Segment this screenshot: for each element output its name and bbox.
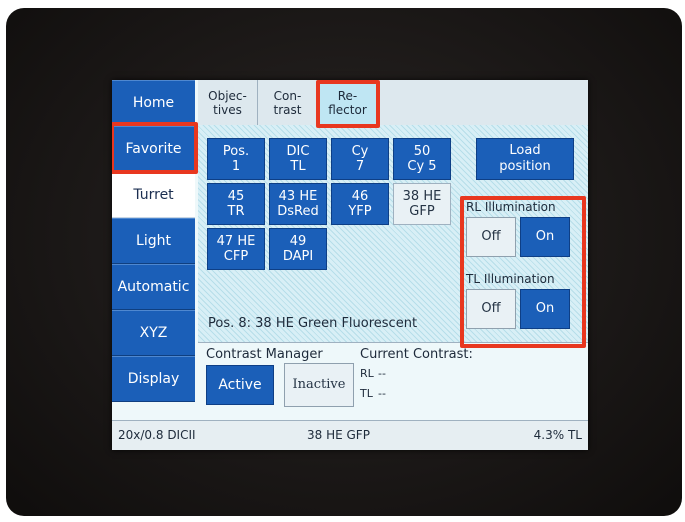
tab-contrast[interactable]: Con- trast [258, 80, 318, 125]
reflector-dic-tl-button[interactable]: DIC TL [269, 138, 327, 180]
current-contrast-tl-label: TL [360, 387, 373, 400]
contrast-manager-title: Contrast Manager [206, 347, 323, 362]
sidebar-item-xyz[interactable]: XYZ [112, 310, 195, 356]
current-contrast-tl-value: -- [378, 387, 386, 400]
reflector-cy5-button[interactable]: 50 Cy 5 [393, 138, 451, 180]
reflector-cy7-button[interactable]: Cy 7 [331, 138, 389, 180]
position-info-text: Pos. 8: 38 HE Green Fluorescent [208, 316, 418, 331]
reflector-cfp-button[interactable]: 47 HE CFP [207, 228, 265, 270]
reflector-gfp-button[interactable]: 38 HE GFP [393, 183, 451, 225]
reflector-tr-button[interactable]: 45 TR [207, 183, 265, 225]
contrast-inactive-button[interactable]: Inactive [284, 363, 354, 407]
sidebar-item-display[interactable]: Display [112, 356, 195, 402]
sidebar-item-turret[interactable]: Turret [112, 172, 195, 218]
sidebar-item-home[interactable]: Home [112, 80, 195, 126]
illumination-highlight-box [460, 196, 586, 348]
tab-objectives[interactable]: Objec- tives [198, 80, 258, 125]
reflector-dsred-button[interactable]: 43 HE DsRed [269, 183, 327, 225]
contrast-manager-section: Contrast Manager Active Inactive Current… [198, 342, 588, 421]
current-contrast-rl-label: RL [360, 367, 374, 380]
status-bar: 20x/0.8 DICII 38 HE GFP 4.3% TL [112, 420, 588, 450]
reflector-yfp-button[interactable]: 46 YFP [331, 183, 389, 225]
favorite-highlight-box [112, 122, 198, 174]
current-contrast-title: Current Contrast: [360, 347, 473, 362]
status-tl-level: 4.3% TL [533, 428, 582, 442]
reflector-dapi-button[interactable]: 49 DAPI [269, 228, 327, 270]
touch-screen: Home Favorite Turret Light Automatic XYZ… [112, 80, 588, 450]
contrast-active-button[interactable]: Active [206, 365, 274, 405]
current-contrast-rl-value: -- [378, 367, 386, 380]
status-objective: 20x/0.8 DICII [118, 428, 196, 442]
reflector-pos-1-button[interactable]: Pos. 1 [207, 138, 265, 180]
sidebar-item-light[interactable]: Light [112, 218, 195, 264]
sidebar-item-automatic[interactable]: Automatic [112, 264, 195, 310]
status-reflector: 38 HE GFP [307, 428, 370, 442]
load-position-button[interactable]: Load position [476, 138, 574, 180]
tab-bar-filler [378, 80, 588, 125]
reflector-tab-highlight-box [316, 80, 380, 128]
